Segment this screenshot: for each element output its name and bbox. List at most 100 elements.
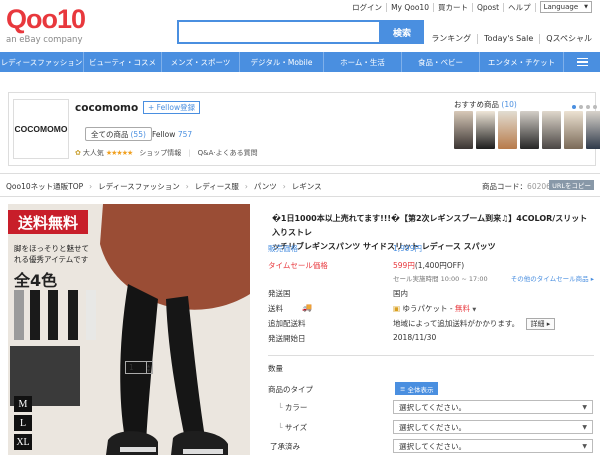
qoo10-logo[interactable]: Qoo10 an eBay company: [6, 6, 86, 48]
size-badges: M L XL: [14, 396, 32, 450]
price-label: 販売価格: [268, 244, 298, 253]
truck-icon: 🚚: [302, 303, 312, 312]
recommended-count: (10): [501, 100, 517, 109]
free-shipping-banner: 送料無料: [8, 210, 88, 234]
login-link[interactable]: ログイン: [348, 2, 388, 12]
recommended-title[interactable]: おすすめ商品 (10): [454, 99, 517, 110]
breadcrumb-item[interactable]: レギンス: [292, 181, 322, 192]
category-beauty[interactable]: ビューティ・コスメ: [84, 52, 162, 72]
shop-name[interactable]: cocomomo: [75, 102, 138, 114]
logo-subtitle: an eBay company: [6, 35, 83, 45]
category-entertainment[interactable]: エンタメ・チケット: [480, 52, 564, 72]
image-tagline-2: れる優秀アイテムです: [14, 255, 89, 264]
ship-start-row: 発送開始日 2018/11/30: [268, 333, 594, 346]
ship-start-value: 2018/11/30: [393, 333, 437, 342]
product-title-line: �1日1000本以上売れてます!!!�【第2次レギンスブーム到来♫】4COLOR…: [272, 214, 588, 237]
shop-rating-stars: ★★★★★: [105, 149, 133, 157]
recommended-item[interactable]: [454, 111, 473, 149]
qa-link[interactable]: Q&A·よくある質問: [198, 148, 258, 158]
origin-value: 国内: [393, 289, 408, 298]
size-select-value: 選択してください。: [399, 422, 467, 432]
qpost-link[interactable]: Qpost: [473, 2, 505, 12]
recommended-item[interactable]: [498, 111, 517, 149]
show-all-button[interactable]: ≡ 全体表示: [395, 382, 439, 395]
all-items-button[interactable]: 全ての商品 (55): [85, 127, 152, 141]
todays-sale-link[interactable]: Today's Sale: [478, 34, 541, 44]
all-items-label: 全ての商品: [91, 129, 129, 139]
chevron-down-icon[interactable]: ▼: [472, 307, 476, 313]
recommended-label: おすすめ商品: [454, 100, 499, 109]
help-link[interactable]: ヘルプ: [504, 2, 536, 12]
confirm-option-label: 了承済み: [270, 442, 300, 451]
shipping-label: 送料: [268, 304, 283, 313]
all-items-count: (55): [130, 129, 146, 139]
product-image[interactable]: 送料無料 脚をほっそりと魅せて れる優秀アイテムです 全4色 M L XL: [8, 204, 250, 455]
q-special-link[interactable]: Qスペシャル: [540, 34, 592, 44]
size-badge: M: [14, 396, 32, 412]
detail-button[interactable]: 詳細 ▸: [525, 318, 556, 330]
logo-text: Qoo10: [6, 4, 86, 34]
ranking-link[interactable]: ランキング: [425, 34, 479, 44]
extra-shipping-value: 地域によって追加送料がかかります。 詳細 ▸: [393, 318, 556, 330]
shop-info-box: COCOMOMO cocomomo + Fellow登録 全ての商品 (55) …: [8, 92, 600, 166]
fellow-label: Fellow: [152, 130, 176, 139]
shop-logo[interactable]: COCOMOMO: [13, 99, 69, 159]
search-button[interactable]: 検索: [380, 20, 424, 44]
other-sale-link[interactable]: その他のタイムセール商品 ▸: [511, 273, 594, 283]
top-links: ログイン My Qoo10 買カート Qpost ヘルプ Language ▼: [348, 0, 592, 14]
package-icon: ▣: [393, 304, 401, 313]
language-label: Language: [543, 2, 579, 11]
menu-icon[interactable]: [564, 52, 600, 72]
sale-row: タイムセール価格 599円(1,400円OFF) セール実施時間 10:00 ~…: [268, 260, 594, 284]
my-qoo10-link[interactable]: My Qoo10: [387, 2, 434, 12]
recommended-item[interactable]: [520, 111, 539, 149]
confirm-select-value: 選択してください。: [399, 441, 467, 451]
extra-shipping-text: 地域によって追加送料がかかります。: [393, 319, 520, 328]
breadcrumb-item[interactable]: レディースファッション: [98, 181, 180, 192]
price-row: 販売価格 1,999円: [268, 243, 594, 256]
recommended-item[interactable]: [476, 111, 495, 149]
color-count-label: 全4色: [14, 271, 58, 290]
origin-label: 発送国: [268, 289, 291, 298]
cart-link[interactable]: 買カート: [434, 2, 473, 12]
chevron-down-icon: ▼: [582, 404, 587, 411]
fellow-button[interactable]: + Fellow登録: [143, 101, 201, 114]
carousel-dots[interactable]: [572, 105, 597, 109]
recommended-item[interactable]: [564, 111, 583, 149]
color-select[interactable]: 選択してください。 ▼: [393, 400, 593, 414]
shipping-row: 送料 🚚 ▣ ゆうパケット - 無料 ▼: [268, 303, 594, 316]
copy-url-button[interactable]: URLをコピー: [549, 180, 594, 190]
sale-price-block: 599円(1,400円OFF): [393, 260, 464, 271]
category-food-baby[interactable]: 食品・ベビー: [402, 52, 480, 72]
category-home[interactable]: ホーム・生活: [324, 52, 402, 72]
breadcrumb: Qoo10ネット通販TOP › レディースファッション › レディース服 › パンツ ›…: [6, 181, 322, 192]
breadcrumb-item[interactable]: パンツ: [254, 181, 277, 192]
category-ladies-fashion[interactable]: レディースファッション: [0, 52, 84, 72]
breadcrumb-item[interactable]: レディース服: [195, 181, 239, 192]
chevron-down-icon: ▼: [582, 443, 587, 450]
category-digital[interactable]: デジタル・Mobile: [240, 52, 324, 72]
quantity-stepper[interactable]: 1: [125, 361, 147, 374]
language-select[interactable]: Language ▼: [539, 1, 592, 13]
fellow-count-value: 757: [177, 130, 193, 139]
medal-icon: ✿: [75, 149, 81, 157]
category-mens-sports[interactable]: メンズ・スポーツ: [162, 52, 240, 72]
image-tagline-1: 脚をほっそりと魅せて: [14, 244, 89, 253]
breadcrumb-item[interactable]: Qoo10ネット通販TOP: [6, 181, 83, 192]
recommended-item[interactable]: [586, 111, 600, 149]
sale-label: タイムセール価格: [268, 261, 328, 270]
shipping-fee: 無料: [454, 304, 470, 313]
shop-rank: 大人気: [82, 149, 104, 157]
shop-info-link[interactable]: ショップ情報: [139, 148, 181, 158]
chevron-down-icon: ▼: [584, 3, 588, 10]
category-nav: レディースファッション ビューティ・コスメ メンズ・スポーツ デジタル・Mobi…: [0, 52, 600, 72]
search-input[interactable]: [177, 20, 381, 44]
shipping-value: ▣ ゆうパケット - 無料 ▼: [393, 304, 477, 313]
recommended-item[interactable]: [542, 111, 561, 149]
origin-row: 発送国 国内: [268, 288, 594, 301]
stepper-arrows-icon[interactable]: ▲ ▼: [145, 361, 153, 374]
confirm-select[interactable]: 選択してください。 ▼: [393, 439, 593, 453]
extra-shipping-label: 追加配送料: [268, 319, 306, 328]
recommended-thumbnails: [454, 111, 600, 149]
size-select[interactable]: 選択してください。 ▼: [393, 420, 593, 434]
